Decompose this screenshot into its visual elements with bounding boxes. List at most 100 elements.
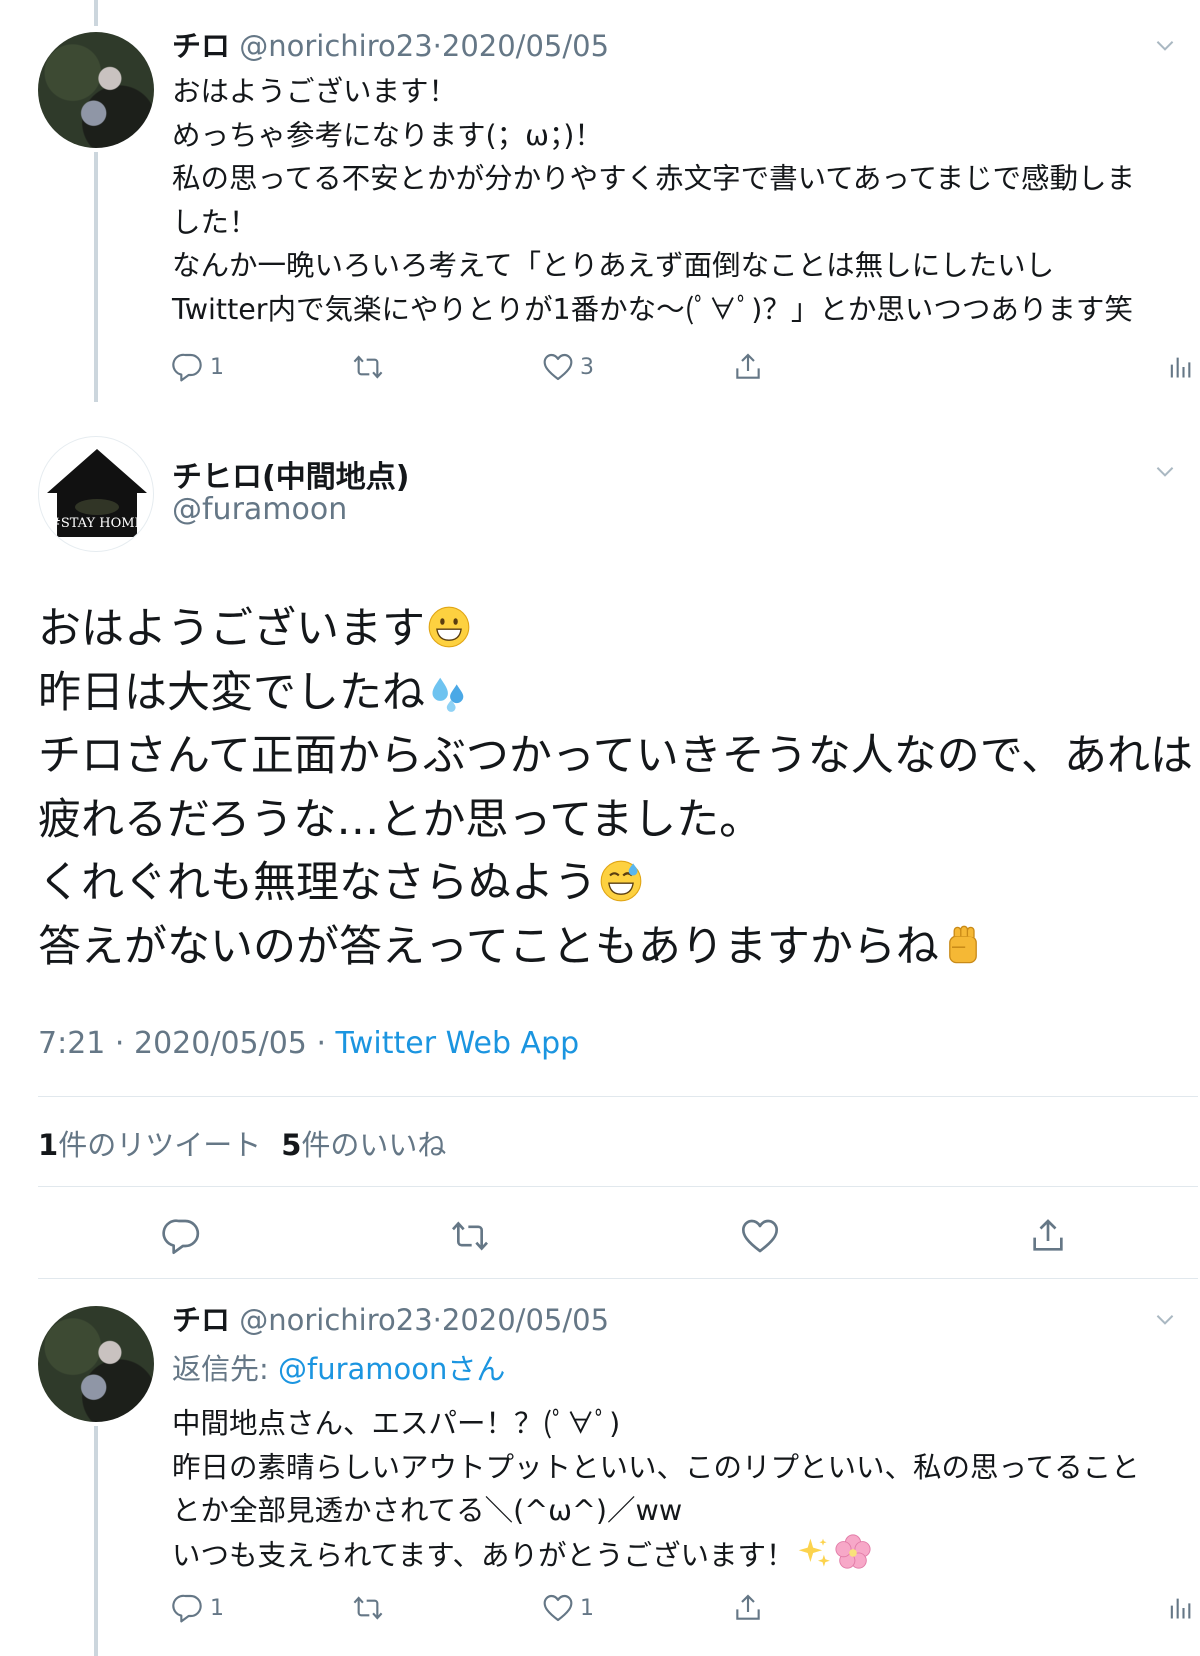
cherry-blossom-icon [834,1533,872,1571]
share-button[interactable] [732,347,764,387]
tweet-line-text: くれぐれも無理なさらぬよう [38,858,597,908]
tweet-line: なんか一晩いろいろ考えて「とりあえず面倒なことは無しにしたいし [172,249,1055,282]
analytics-button[interactable] [1166,1588,1194,1628]
share-button[interactable] [732,1588,764,1628]
like-icon [542,351,574,383]
share-button[interactable] [1028,1212,1068,1260]
author-name[interactable]: チヒロ(中間地点) [172,452,409,496]
tweet-stats: 1件のリツイート 5件のいいね [38,1122,446,1164]
retweet-stat[interactable]: 1件のリツイート [38,1128,261,1162]
tweet-line: 昨日の素晴らしいアウトプットといい、このリプといい、私の思ってること [172,1450,1140,1484]
tweet-date[interactable]: 2020/05/05 [134,1026,307,1061]
thread-line-top [94,0,98,26]
like-button[interactable]: 3 [542,347,594,387]
retweet-label: 件のリツイート [58,1128,262,1162]
like-label: 件のいいね [301,1128,447,1162]
tweet-text: おはようございます！ めっちゃ参考になります(；ω；)！ 私の思ってる不安とかが… [172,70,1192,331]
tweet-line: 中間地点さん、エスパー！？(ﾟ∀ﾟ) [172,1407,621,1440]
retweet-button[interactable] [450,1212,490,1260]
analytics-button[interactable] [1166,347,1194,387]
like-icon [542,1592,574,1624]
tweet-line: Twitter内で気楽にやりとりが1番かな〜(ﾟ∀ﾟ)？」とか思いつつあります笑 [172,292,1133,326]
tweet-line: 疲れるだろうな…とか思ってました。 [38,794,763,845]
tweet-text: おはようございます 昨日は大変でしたね チロさんて正面からぶつかっていきそうな人… [38,598,1193,980]
thread-line [94,1426,98,1656]
chevron-down-icon[interactable] [1152,1306,1178,1332]
dot-separator: · [432,1303,442,1337]
tweet-source[interactable]: Twitter Web App [336,1026,580,1061]
share-icon [732,351,764,383]
sweat-droplets-icon [427,669,471,713]
author-handle[interactable]: @norichiro23 [239,1303,432,1337]
chevron-down-icon[interactable] [1152,458,1178,484]
author-name[interactable]: チロ [172,1303,230,1337]
analytics-icon [1166,351,1194,383]
retweet-icon [450,1216,490,1256]
reply-count: 1 [210,1595,224,1621]
tweet-date[interactable]: 2020/05/05 [442,29,609,63]
like-stat[interactable]: 5件のいいね [281,1128,446,1162]
tweet-line: おはようございます [38,598,1178,662]
share-icon [732,1592,764,1624]
like-count: 1 [580,1595,594,1621]
house-logo-icon: #STAY HOME [47,449,147,537]
avatar-text: #STAY HOME [50,516,144,531]
like-icon [740,1216,780,1256]
raised-fist-icon [941,923,985,967]
grinning-sweat-face-icon [599,859,643,903]
tweet-line-text: おはようございます [38,604,425,654]
reply-context: 返信先: @furamoonさん [172,1346,505,1388]
like-button[interactable] [740,1212,780,1260]
retweet-button[interactable] [352,1588,384,1628]
reply-icon [162,1216,202,1256]
tweet-date[interactable]: 2020/05/05 [442,1303,609,1337]
tweet-line-text: 答えがないのが答えってこともありますからね [38,921,939,972]
reply-icon [172,1592,204,1624]
grinning-face-icon [427,605,471,649]
like-count: 5 [281,1128,302,1162]
avatar[interactable] [38,32,154,148]
tweet-line: チロさんて正面からぶつかっていきそうな人なので、あれは [38,731,1193,781]
reply-button[interactable]: 1 [172,347,224,387]
reply-to-label: 返信先: [172,1352,278,1386]
tweet-header: チロ @norichiro23·2020/05/05 [172,26,609,66]
tweet-line-text: 昨日は大変でしたね [38,667,425,718]
reply-button[interactable]: 1 [172,1588,224,1628]
tweet-timestamp: 7:21 · 2020/05/05 · Twitter Web App [38,1026,579,1061]
like-count: 3 [580,354,594,380]
tweet-actions: 1 3 [172,347,1192,387]
tweet-text: 中間地点さん、エスパー！？(ﾟ∀ﾟ) 昨日の素晴らしいアウトプットといい、このリ… [172,1402,1192,1577]
divider [38,1096,1198,1097]
author-handle[interactable]: @norichiro23 [239,29,432,63]
tweet-line: おはようございます！ [172,75,458,108]
tweet-line: 答えがないのが答えってこともありますからね [38,916,1178,980]
thread-line [94,152,98,402]
tweet-time[interactable]: 7:21 [38,1026,105,1061]
retweet-icon [352,1592,384,1624]
tweet-line: いつも支えられてます、ありがとうございます！ [172,1533,1192,1578]
divider [38,1186,1198,1187]
tweet-line: めっちゃ参考になります(；ω；)！ [172,118,603,152]
retweet-count: 1 [38,1128,59,1162]
tweet-line: 私の思ってる不安とかが分かりやすく赤文字で書いてあってまじで感動しま [172,162,1136,195]
reply-button[interactable] [162,1212,202,1260]
dot-separator: · [306,1026,336,1061]
share-icon [1028,1216,1068,1256]
tweet-header: チロ @norichiro23·2020/05/05 [172,1300,609,1340]
dot-separator: · [432,29,442,63]
chevron-down-icon[interactable] [1152,32,1178,58]
tweet-line: くれぐれも無理なさらぬよう [38,852,1178,916]
like-button[interactable]: 1 [542,1588,594,1628]
tweet-line: 昨日は大変でしたね [38,662,1178,726]
author-name[interactable]: チロ [172,29,230,63]
retweet-button[interactable] [352,347,384,387]
avatar[interactable] [38,1306,154,1422]
avatar[interactable]: #STAY HOME [38,436,154,552]
divider [38,1278,1198,1279]
sparkles-icon [796,1535,832,1571]
dot-separator: · [105,1026,134,1061]
reply-icon [172,351,204,383]
analytics-icon [1166,1592,1194,1624]
author-handle[interactable]: @furamoon [172,492,347,527]
reply-mention-link[interactable]: @furamoonさん [278,1352,505,1386]
